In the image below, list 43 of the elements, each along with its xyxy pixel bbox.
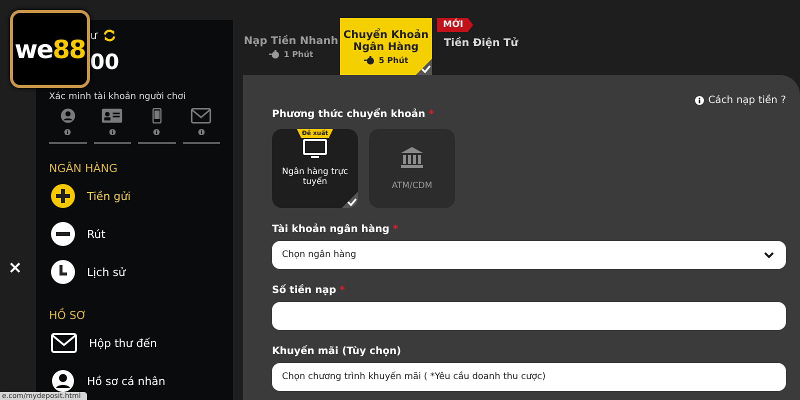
timer-icon — [364, 56, 375, 64]
info-icon — [196, 128, 206, 135]
section-title: HỒ SƠ — [49, 309, 88, 322]
info-icon — [152, 128, 162, 135]
timer-icon — [268, 50, 280, 58]
minus-icon — [51, 222, 75, 246]
info-icon — [695, 96, 704, 105]
balance-amount: 00 — [89, 50, 120, 76]
plus-icon — [51, 184, 75, 208]
verify-title: Xác minh tài khoản người chơi — [49, 92, 187, 102]
info-icon — [63, 128, 72, 135]
menu-item[interactable]: Lịch sử — [49, 253, 220, 291]
logo[interactable]: we88 — [10, 10, 90, 88]
check-icon — [421, 65, 431, 73]
menu-item[interactable]: Hộp thư đến — [49, 324, 220, 362]
tab[interactable]: MỚI Tiền Điện Tử — [435, 18, 527, 75]
bank-icon — [400, 146, 424, 168]
close-button[interactable]: × — [6, 258, 24, 278]
section-title: NGÂN HÀNG — [49, 162, 119, 175]
user-icon — [51, 369, 75, 393]
tab[interactable]: Nạp Tiền Nhanh 1 Phút — [245, 18, 337, 75]
refresh-icon[interactable] — [102, 28, 116, 42]
new-badge: MỚI — [437, 18, 474, 32]
tab[interactable]: Chuyển Khoản Ngân Hàng 5 Phút — [340, 18, 432, 75]
help-link[interactable]: Cách nạp tiền ? — [695, 95, 786, 106]
field-label: Phương thức chuyển khoản * — [272, 109, 435, 122]
envelope-icon — [51, 333, 77, 353]
bank-select[interactable]: Chọn ngân hàng — [272, 241, 786, 269]
field-label: Tài khoản ngân hàng * — [272, 224, 400, 237]
info-icon — [108, 128, 117, 135]
field-label: Số tiền nạp * — [272, 285, 346, 298]
phone-icon — [150, 108, 164, 124]
amount-field[interactable] — [272, 302, 786, 330]
method-option[interactable]: ATM/CDM — [369, 129, 455, 208]
chevron-down-icon — [764, 252, 774, 258]
menu-item[interactable]: Rút — [49, 215, 220, 253]
promo-select[interactable]: Chọn chương trình khuyến mãi ( *Yêu cầu doanh thu cược) — [272, 363, 786, 391]
field-label: Khuyến mãi (Tùy chọn) — [272, 346, 402, 359]
clock-icon — [51, 260, 75, 284]
menu-item[interactable]: Tiền gửi — [49, 177, 220, 215]
monitor-icon — [303, 139, 327, 159]
check-icon — [347, 198, 357, 206]
balance-label: ư — [90, 28, 97, 42]
